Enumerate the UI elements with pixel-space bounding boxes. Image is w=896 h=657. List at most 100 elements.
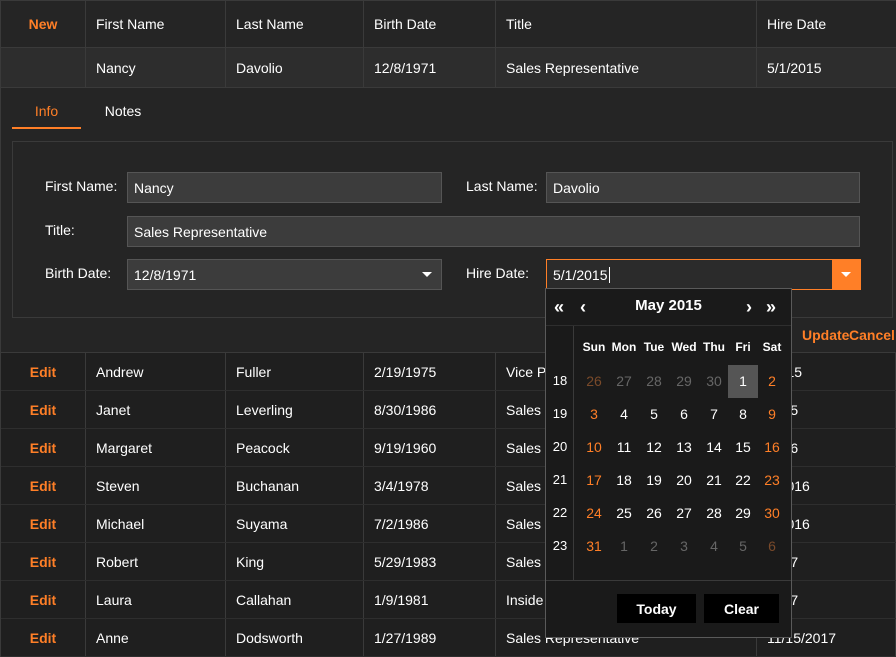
calendar-day[interactable]: 20 bbox=[669, 464, 699, 497]
last-name-field[interactable]: Davolio bbox=[546, 172, 860, 203]
header-first-name[interactable]: First Name bbox=[85, 1, 225, 47]
edit-button[interactable]: Edit bbox=[1, 353, 85, 390]
editing-first: Nancy bbox=[85, 48, 225, 87]
clear-button[interactable]: Clear bbox=[704, 594, 779, 623]
calendar-day[interactable]: 17 bbox=[579, 464, 609, 497]
table-cell-birth: 1/9/1981 bbox=[363, 581, 495, 618]
hire-date-dropdown-button[interactable] bbox=[832, 260, 860, 289]
calendar-day[interactable]: 5 bbox=[639, 398, 669, 431]
text-cursor bbox=[608, 266, 610, 283]
table-cell-birth: 9/19/1960 bbox=[363, 429, 495, 466]
calendar-day[interactable]: 1 bbox=[609, 530, 639, 563]
edit-button[interactable]: Edit bbox=[1, 543, 85, 580]
first-name-field[interactable]: Nancy bbox=[127, 172, 442, 203]
header-hire-date[interactable]: Hire Date bbox=[756, 1, 896, 47]
calendar-day[interactable]: 25 bbox=[609, 497, 639, 530]
calendar-day[interactable]: 11 bbox=[609, 431, 639, 464]
calendar-day[interactable]: 28 bbox=[639, 365, 669, 398]
calendar-day[interactable]: 31 bbox=[579, 530, 609, 563]
calendar-day[interactable]: 23 bbox=[757, 464, 787, 497]
day-of-week-header: Wed bbox=[671, 340, 697, 354]
table-cell-first: Janet bbox=[85, 391, 225, 428]
week-number: 23 bbox=[552, 538, 568, 553]
calendar-day[interactable]: 21 bbox=[699, 464, 729, 497]
tab-notes[interactable]: Notes bbox=[81, 101, 165, 129]
calendar-day[interactable]: 27 bbox=[669, 497, 699, 530]
calendar-day[interactable]: 30 bbox=[699, 365, 729, 398]
new-label[interactable]: New bbox=[29, 16, 58, 32]
table-cell-last: Fuller bbox=[225, 353, 363, 390]
calendar-day[interactable]: 7 bbox=[699, 398, 729, 431]
week-number: 21 bbox=[552, 472, 568, 487]
calendar-day[interactable]: 26 bbox=[639, 497, 669, 530]
edit-button[interactable]: Edit bbox=[1, 391, 85, 428]
calendar-day[interactable]: 19 bbox=[639, 464, 669, 497]
title-label: Title: bbox=[45, 222, 75, 238]
calendar-day[interactable]: 22 bbox=[728, 464, 758, 497]
calendar-footer: Today Clear bbox=[546, 580, 791, 637]
table-cell-first: Laura bbox=[85, 581, 225, 618]
editing-hire: 5/1/2015 bbox=[756, 48, 896, 87]
calendar-day[interactable]: 27 bbox=[609, 365, 639, 398]
calendar-day[interactable]: 4 bbox=[699, 530, 729, 563]
calendar-day[interactable]: 26 bbox=[579, 365, 609, 398]
hire-date-picker[interactable]: 5/1/2015 bbox=[546, 259, 861, 290]
next-month-button[interactable]: › bbox=[746, 297, 752, 318]
calendar-day[interactable]: 12 bbox=[639, 431, 669, 464]
calendar-day[interactable]: 2 bbox=[757, 365, 787, 398]
table-cell-first: Anne bbox=[85, 619, 225, 656]
calendar-day[interactable]: 8 bbox=[728, 398, 758, 431]
calendar-day[interactable]: 29 bbox=[669, 365, 699, 398]
calendar-day[interactable]: 3 bbox=[579, 398, 609, 431]
calendar-day[interactable]: 6 bbox=[757, 530, 787, 563]
calendar-day[interactable]: 5 bbox=[728, 530, 758, 563]
calendar-day[interactable]: 9 bbox=[757, 398, 787, 431]
calendar-day[interactable]: 6 bbox=[669, 398, 699, 431]
editing-row: Nancy Davolio 12/8/1971 Sales Representa… bbox=[1, 48, 896, 88]
calendar-day[interactable]: 24 bbox=[579, 497, 609, 530]
birth-date-picker[interactable]: 12/8/1971 bbox=[127, 259, 442, 290]
calendar-day[interactable]: 13 bbox=[669, 431, 699, 464]
update-button[interactable]: Update bbox=[802, 327, 849, 343]
birth-date-dropdown-button[interactable] bbox=[413, 260, 441, 289]
calendar-day[interactable]: 28 bbox=[699, 497, 729, 530]
day-of-week-header: Tue bbox=[643, 340, 665, 354]
title-field[interactable]: Sales Representative bbox=[127, 216, 860, 247]
table-cell-birth: 8/30/1986 bbox=[363, 391, 495, 428]
calendar-day[interactable]: 16 bbox=[757, 431, 787, 464]
table-cell-first: Robert bbox=[85, 543, 225, 580]
week-number: 22 bbox=[552, 505, 568, 520]
calendar-day[interactable]: 2 bbox=[639, 530, 669, 563]
calendar-day[interactable]: 3 bbox=[669, 530, 699, 563]
chevron-down-icon bbox=[422, 272, 432, 277]
tab-info[interactable]: Info bbox=[12, 101, 81, 129]
new-button[interactable]: New bbox=[1, 1, 85, 47]
table-cell-last: Suyama bbox=[225, 505, 363, 542]
today-button[interactable]: Today bbox=[617, 594, 696, 623]
cancel-button[interactable]: Cancel bbox=[849, 327, 895, 343]
calendar-day[interactable]: 14 bbox=[699, 431, 729, 464]
header-birth-date[interactable]: Birth Date bbox=[363, 1, 495, 47]
calendar-day[interactable]: 1 bbox=[728, 365, 758, 398]
calendar-day[interactable]: 30 bbox=[757, 497, 787, 530]
calendar-day[interactable]: 18 bbox=[609, 464, 639, 497]
calendar-day[interactable]: 10 bbox=[579, 431, 609, 464]
day-of-week-header: Sat bbox=[762, 340, 782, 354]
table-cell-first: Steven bbox=[85, 467, 225, 504]
header-last-name[interactable]: Last Name bbox=[225, 1, 363, 47]
edit-button[interactable]: Edit bbox=[1, 505, 85, 542]
edit-button[interactable]: Edit bbox=[1, 581, 85, 618]
edit-button[interactable]: Edit bbox=[1, 619, 85, 656]
table-cell-last: Callahan bbox=[225, 581, 363, 618]
calendar-day[interactable]: 4 bbox=[609, 398, 639, 431]
header-title[interactable]: Title bbox=[495, 1, 756, 47]
calendar-day[interactable]: 29 bbox=[728, 497, 758, 530]
edit-button[interactable]: Edit bbox=[1, 429, 85, 466]
hire-date-label: Hire Date: bbox=[466, 265, 530, 281]
next-year-button[interactable]: » bbox=[766, 297, 776, 318]
edit-button[interactable]: Edit bbox=[1, 467, 85, 504]
calendar-title[interactable]: May 2015 bbox=[546, 297, 791, 314]
week-number: 18 bbox=[552, 373, 568, 388]
calendar-day[interactable]: 15 bbox=[728, 431, 758, 464]
first-name-label: First Name: bbox=[45, 178, 118, 194]
